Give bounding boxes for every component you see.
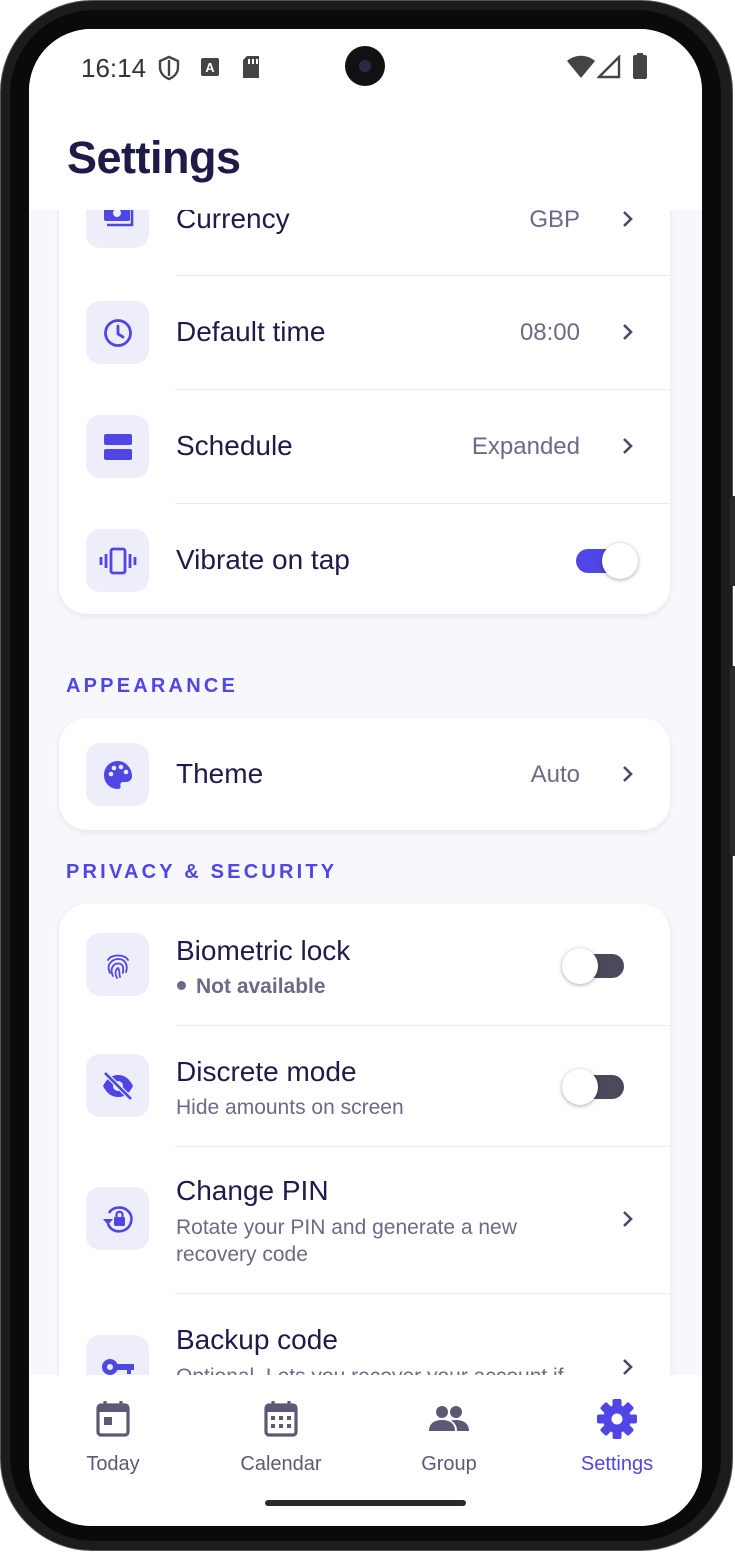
- default-time-icon-box: [86, 301, 149, 364]
- side-button: [730, 666, 735, 856]
- nav-group-label: Group: [421, 1453, 477, 1475]
- change-pin-label: Change PIN: [176, 1175, 329, 1206]
- schedule-label: Schedule: [176, 430, 293, 461]
- default-time-label: Default time: [176, 316, 326, 347]
- appearance-card: Theme Auto: [59, 718, 670, 830]
- status-time: 16:14: [81, 53, 147, 83]
- currency-value: GBP: [529, 210, 580, 233]
- nav-calendar[interactable]: Calendar: [197, 1375, 365, 1495]
- nav-today-label: Today: [86, 1453, 140, 1475]
- chevron-right-icon: [623, 1211, 633, 1227]
- palette-icon: [103, 760, 132, 789]
- currency-icon-box: [86, 210, 149, 248]
- banknote-icon: [103, 210, 133, 226]
- biometric-status: Not available: [196, 975, 326, 998]
- gear-icon: [597, 1399, 637, 1439]
- calendar-today-icon: [96, 1401, 130, 1437]
- privacy-card: Biometric lock Not available Discrete mo…: [59, 904, 670, 1375]
- header: Settings: [29, 104, 702, 210]
- backup-code-description: Optional. Lets you recover your account …: [176, 1363, 586, 1375]
- discrete-toggle[interactable]: [562, 1069, 624, 1105]
- vibrate-label: Vibrate on tap: [176, 544, 350, 575]
- default-time-row[interactable]: Default time 08:00: [59, 276, 670, 389]
- chevron-right-icon: [623, 211, 633, 227]
- calendar-month-icon: [264, 1401, 298, 1437]
- currency-label: Currency: [176, 210, 290, 234]
- biometric-row[interactable]: Biometric lock Not available: [59, 904, 670, 1025]
- vibrate-icon-box: [86, 529, 149, 592]
- change-pin-icon-box: [86, 1187, 149, 1250]
- status-dot: [177, 981, 186, 990]
- general-card: Currency GBP Default time 08:00 Schedule…: [59, 210, 670, 614]
- theme-label: Theme: [176, 758, 264, 789]
- nav-today[interactable]: Today: [29, 1375, 197, 1495]
- theme-icon-box: [86, 743, 149, 806]
- theme-row[interactable]: Theme Auto: [59, 718, 670, 830]
- wifi-icon: [567, 55, 595, 78]
- page-title: Settings: [67, 132, 241, 183]
- eye-off-icon: [102, 1070, 133, 1101]
- change-pin-row[interactable]: Change PIN Rotate your PIN and generate …: [59, 1147, 670, 1293]
- bottom-navigation: Today Calendar Group Settings: [29, 1375, 702, 1526]
- change-pin-description: Rotate your PIN and generate a new recov…: [176, 1216, 517, 1266]
- front-camera: [345, 46, 385, 86]
- biometric-icon-box: [86, 933, 149, 996]
- biometric-label: Biometric lock: [176, 935, 351, 966]
- backup-code-row[interactable]: Backup code Optional. Lets you recover y…: [59, 1294, 670, 1375]
- currency-row[interactable]: Currency GBP: [59, 210, 670, 275]
- biometric-toggle[interactable]: [562, 948, 624, 984]
- lock-reset-icon: [102, 1205, 133, 1233]
- svg-text:A: A: [205, 60, 215, 75]
- nav-group[interactable]: Group: [365, 1375, 533, 1495]
- vibrate-row[interactable]: Vibrate on tap: [59, 504, 670, 614]
- battery-icon: [633, 53, 647, 79]
- appearance-section-label: APPEARANCE: [66, 675, 239, 697]
- backup-code-label: Backup code: [176, 1324, 338, 1355]
- schedule-icon-box: [86, 415, 149, 478]
- vibration-icon: [99, 547, 136, 574]
- chevron-right-icon: [623, 766, 633, 782]
- nav-settings-label: Settings: [580, 1453, 654, 1475]
- discrete-icon-box: [86, 1054, 149, 1117]
- screen: 16:14 A Settings Currency GBP Default ti…: [29, 29, 702, 1526]
- chevron-right-icon: [623, 1359, 633, 1375]
- backup-code-icon-box: [86, 1335, 149, 1375]
- chevron-right-icon: [623, 438, 633, 454]
- shield-icon: [158, 55, 180, 81]
- view-agenda-icon: [103, 433, 132, 460]
- fingerprint-icon: [106, 954, 129, 979]
- side-button: [730, 496, 735, 586]
- status-bar: 16:14 A: [29, 29, 702, 104]
- font-notification-icon: A: [201, 58, 219, 76]
- default-time-value: 08:00: [519, 319, 580, 346]
- theme-value: Auto: [530, 761, 580, 788]
- group-icon: [429, 1406, 469, 1431]
- schedule-value: Expanded: [471, 433, 580, 460]
- discrete-label: Discrete mode: [176, 1056, 357, 1087]
- privacy-section-label: PRIVACY & SECURITY: [66, 861, 338, 883]
- sd-card-icon: [243, 56, 259, 78]
- key-icon: [101, 1358, 134, 1375]
- vibrate-toggle[interactable]: [576, 543, 638, 579]
- settings-list[interactable]: Currency GBP Default time 08:00 Schedule…: [29, 210, 702, 1375]
- discrete-row[interactable]: Discrete mode Hide amounts on screen: [59, 1026, 670, 1146]
- discrete-description: Hide amounts on screen: [176, 1096, 404, 1119]
- schedule-row[interactable]: Schedule Expanded: [59, 390, 670, 503]
- chevron-right-icon: [623, 324, 633, 340]
- nav-calendar-label: Calendar: [240, 1453, 322, 1475]
- nav-settings[interactable]: Settings: [533, 1375, 701, 1495]
- clock-icon: [103, 318, 132, 347]
- home-indicator[interactable]: [265, 1500, 466, 1506]
- signal-icon: [597, 55, 621, 79]
